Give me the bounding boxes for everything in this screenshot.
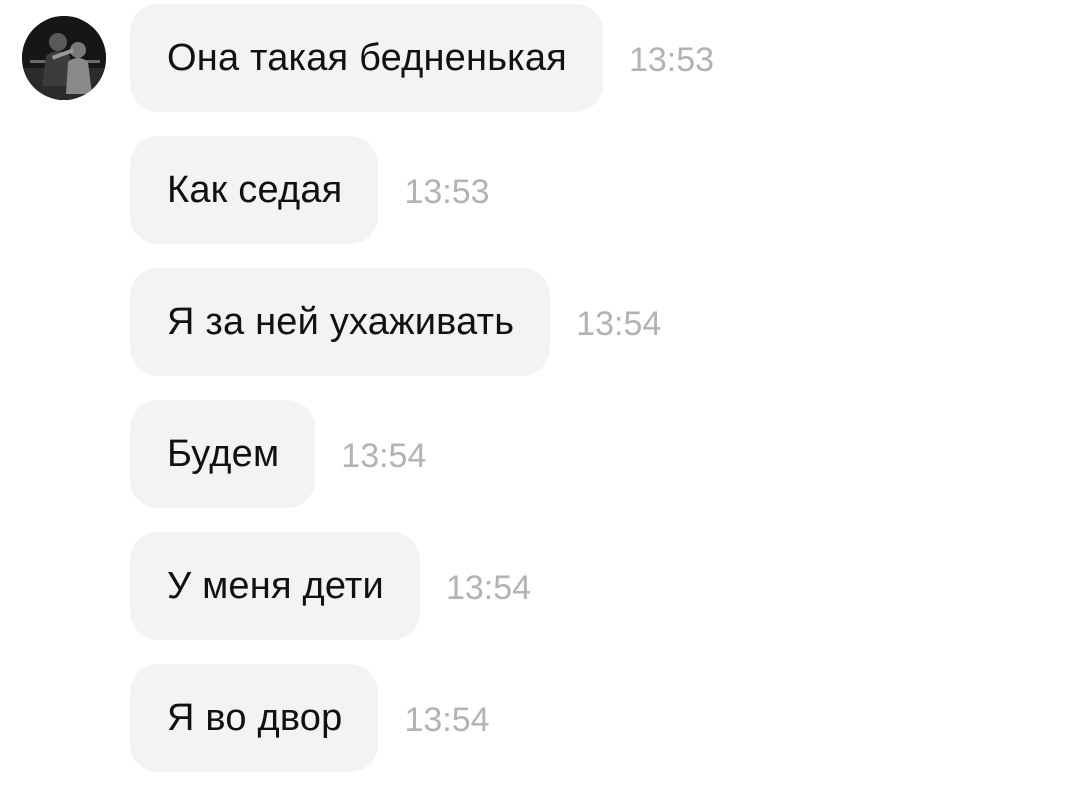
message-row: У меня дети 13:54 — [130, 532, 531, 640]
message-timestamp: 13:54 — [404, 700, 490, 739]
message-row: Я во двор 13:54 — [130, 664, 490, 772]
message-timestamp: 13:54 — [341, 436, 427, 475]
user-photo-avatar-icon — [22, 16, 106, 100]
message-timestamp: 13:54 — [445, 568, 532, 607]
message-timestamp: 13:53 — [628, 40, 715, 79]
message-timestamp: 13:53 — [404, 172, 490, 211]
message-bubble[interactable]: Как седая — [130, 136, 379, 244]
message-bubble[interactable]: Я за ней ухаживать — [130, 268, 551, 376]
message-row: Я за ней ухаживать 13:54 — [130, 268, 661, 376]
message-row: Как седая 13:53 — [130, 136, 490, 244]
message-row: Будем 13:54 — [130, 400, 426, 508]
message-timestamp: 13:54 — [576, 304, 662, 343]
message-bubble[interactable]: Я во двор — [130, 664, 379, 772]
message-text: Как седая — [167, 168, 343, 211]
message-bubble[interactable]: Она такая бедненькая — [130, 4, 603, 112]
message-text: Она такая бедненькая — [167, 36, 567, 79]
message-bubble[interactable]: У меня дети — [130, 532, 420, 640]
message-row: Она такая бедненькая 13:53 — [130, 4, 714, 112]
message-text: Я во двор — [167, 696, 343, 739]
message-text: Я за ней ухаживать — [167, 300, 515, 343]
message-text: Будем — [167, 432, 280, 475]
message-bubble[interactable]: Будем — [130, 400, 316, 508]
sender-avatar[interactable] — [22, 16, 106, 100]
message-text: У меня дети — [167, 564, 384, 607]
